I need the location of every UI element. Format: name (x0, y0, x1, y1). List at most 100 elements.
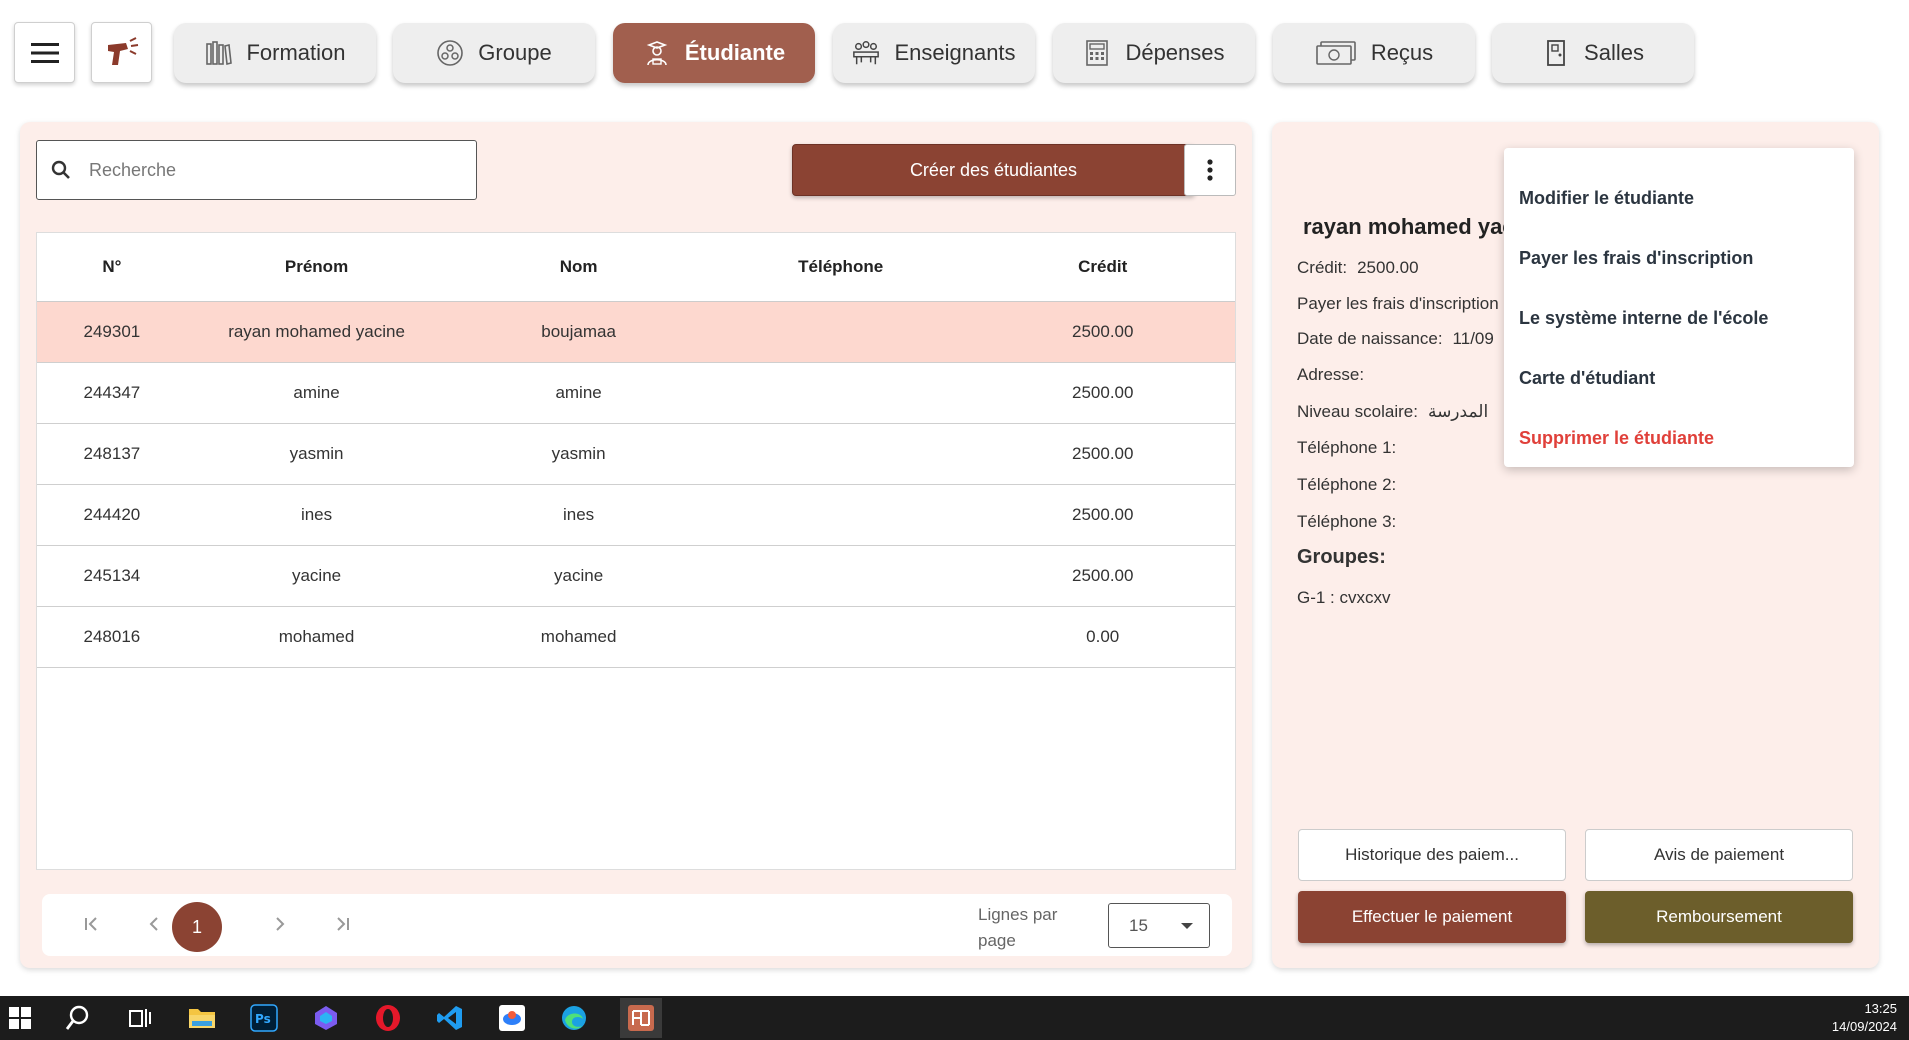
tab-enseignants[interactable]: Enseignants (833, 23, 1035, 83)
student-icon (643, 39, 671, 67)
cell-no: 248016 (37, 606, 187, 668)
column-header-prenom[interactable]: Prénom (186, 233, 447, 302)
credit-value: 2500.00 (1357, 258, 1419, 277)
search-input[interactable] (89, 159, 449, 181)
menu-item-pay-registration[interactable]: Payer les frais d'inscription (1504, 228, 1854, 288)
more-options-button[interactable] (1184, 144, 1236, 196)
door-icon (1542, 39, 1570, 67)
create-students-button[interactable]: Créer des étudiantes (792, 144, 1195, 196)
clock-date: 14/09/2024 (1831, 1019, 1897, 1034)
cell-prenom: yacine (186, 545, 447, 607)
phone3-label: Téléphone 3: (1297, 512, 1397, 531)
group-icon (436, 39, 464, 67)
tab-groupe[interactable]: Groupe (393, 23, 595, 83)
table-header-row: N° Prénom Nom Téléphone Crédit (37, 233, 1235, 302)
previous-page-button[interactable] (134, 904, 174, 944)
first-page-icon (85, 917, 97, 931)
last-page-icon (337, 917, 349, 931)
menu-item-delete-student[interactable]: Supprimer le étudiante (1504, 408, 1854, 468)
copilot-icon[interactable] (310, 1002, 342, 1034)
system-clock[interactable]: 13:25 14/09/2024 (1832, 1000, 1897, 1036)
cell-telephone (710, 606, 971, 668)
payment-notice-button[interactable]: Avis de paiement (1585, 829, 1853, 881)
column-header-credit[interactable]: Crédit (970, 233, 1235, 302)
opera-icon[interactable] (372, 1002, 404, 1034)
make-payment-button[interactable]: Effectuer le paiement (1298, 891, 1566, 943)
clock-time: 13:25 (1864, 1001, 1897, 1016)
rows-per-page-select[interactable]: 15 (1108, 903, 1210, 948)
table-row[interactable]: 248016 mohamed mohamed 0.00 (37, 606, 1235, 668)
tab-formation[interactable]: Formation (174, 23, 376, 83)
tab-label: Étudiante (684, 40, 786, 65)
phone3-row: Téléphone 3: (1297, 512, 1396, 532)
tab-etudiante[interactable]: Étudiante (613, 23, 815, 83)
cell-credit: 2500.00 (970, 423, 1235, 485)
groups-title: Groupes: (1297, 546, 1386, 568)
column-header-nom[interactable]: Nom (446, 233, 711, 302)
task-view-icon[interactable] (124, 1002, 156, 1034)
cell-telephone (710, 484, 971, 546)
cell-prenom: ines (186, 484, 447, 546)
tab-depenses[interactable]: Dépenses (1053, 23, 1255, 83)
table-row[interactable]: 249301 rayan mohamed yacine boujamaa 250… (37, 301, 1235, 363)
edge-icon[interactable] (558, 1002, 590, 1034)
pagination: 1 Lignes par page 15 (42, 894, 1232, 956)
fees-row: Payer les frais d'inscription (1297, 294, 1499, 314)
cell-telephone (710, 545, 971, 607)
cell-nom: yacine (446, 545, 711, 607)
menu-item-student-card[interactable]: Carte d'étudiant (1504, 348, 1854, 408)
fees-label: Payer les frais d'inscription (1297, 294, 1499, 313)
table-row[interactable]: 248137 yasmin yasmin 2500.00 (37, 423, 1235, 485)
phone2-row: Téléphone 2: (1297, 475, 1396, 495)
file-explorer-icon[interactable] (186, 1002, 218, 1034)
group-item: G-1 : cvxcxv (1297, 588, 1391, 607)
tab-label: Groupe (478, 40, 552, 65)
school-level-row: Niveau scolaire: المدرسة (1297, 402, 1488, 422)
caret-down-icon (1181, 923, 1193, 929)
cell-prenom: mohamed (186, 606, 447, 668)
table-row[interactable]: 244420 ines ines 2500.00 (37, 484, 1235, 546)
logo-button[interactable] (91, 22, 152, 83)
search-icon (51, 160, 70, 179)
last-page-button[interactable] (322, 904, 362, 944)
chevron-left-icon (149, 917, 158, 931)
cloud-app-icon[interactable] (496, 1002, 528, 1034)
table-row[interactable]: 244347 amine amine 2500.00 (37, 362, 1235, 424)
search-box (36, 140, 477, 200)
phone2-label: Téléphone 2: (1297, 475, 1397, 494)
students-list-panel: Créer des étudiantes N° Prénom Nom Télép… (20, 122, 1252, 968)
phone1-label: Téléphone 1: (1297, 438, 1397, 457)
school-app-icon[interactable] (620, 998, 662, 1038)
tab-label: Dépenses (1125, 40, 1225, 65)
app-logo-icon (107, 36, 138, 65)
refund-button[interactable]: Remboursement (1585, 891, 1853, 943)
vscode-icon[interactable] (434, 1002, 466, 1034)
cell-nom: ines (446, 484, 711, 546)
page-number-button[interactable]: 1 (172, 902, 222, 952)
tab-salles[interactable]: Salles (1492, 23, 1694, 83)
first-page-button[interactable] (72, 904, 112, 944)
student-actions-menu: Modifier le étudiante Payer les frais d'… (1504, 148, 1854, 467)
windows-start-icon[interactable] (4, 1002, 36, 1034)
birthdate-row: Date de naissance: 11/09 (1297, 329, 1494, 349)
cell-no: 244347 (37, 362, 187, 424)
tab-label: Enseignants (894, 40, 1016, 65)
table-row[interactable]: 245134 yacine yacine 2500.00 (37, 545, 1235, 607)
cell-prenom: amine (186, 362, 447, 424)
cell-telephone (710, 362, 971, 424)
cell-telephone (710, 301, 971, 363)
books-icon (204, 39, 233, 67)
photoshop-icon[interactable]: Ps (248, 1002, 280, 1034)
hamburger-icon (30, 42, 59, 63)
taskbar-search-icon[interactable] (62, 1002, 94, 1034)
payment-history-button[interactable]: Historique des paiem... (1298, 829, 1566, 881)
tab-label: Salles (1584, 40, 1644, 65)
column-header-no[interactable]: N° (37, 233, 187, 302)
next-page-button[interactable] (260, 904, 300, 944)
cell-nom: mohamed (446, 606, 711, 668)
column-header-telephone[interactable]: Téléphone (710, 233, 971, 302)
menu-item-internal-system[interactable]: Le système interne de l'école (1504, 288, 1854, 348)
menu-item-edit-student[interactable]: Modifier le étudiante (1504, 168, 1854, 228)
tab-recus[interactable]: Reçus (1273, 23, 1475, 83)
menu-button[interactable] (14, 22, 75, 83)
